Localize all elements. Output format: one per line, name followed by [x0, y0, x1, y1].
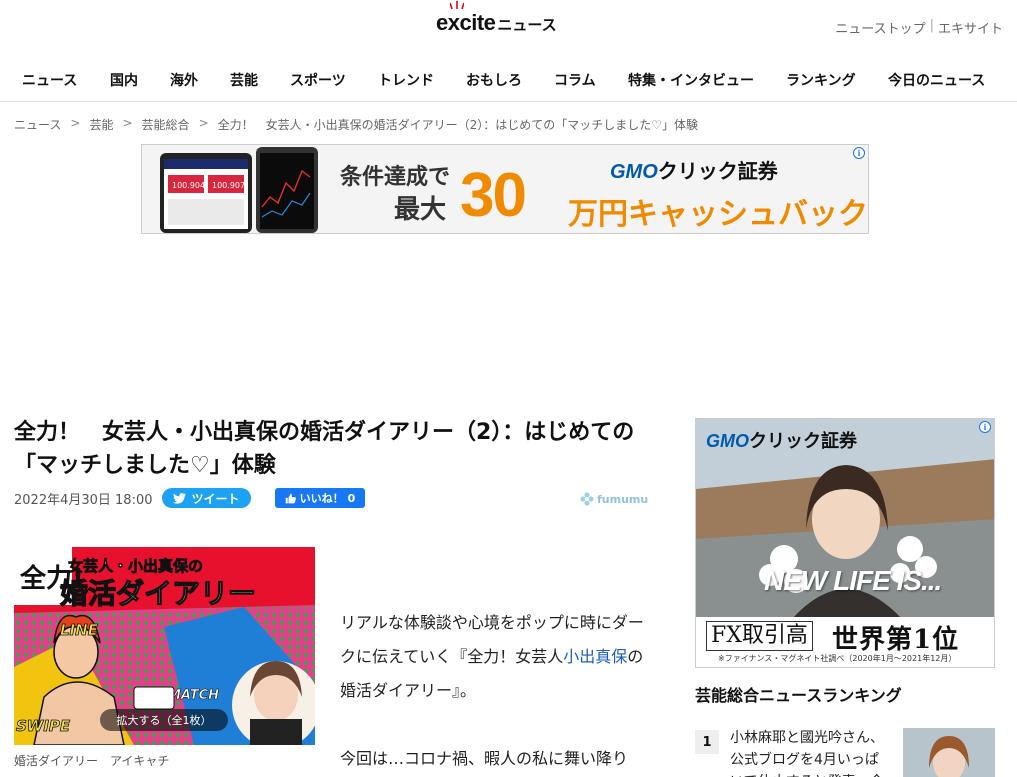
- top-links: ニューストップ | エキサイト: [835, 18, 1003, 37]
- side-ad-note: ※ファイナンス・マグネイト社調べ（2020年1月〜2021年12月）: [718, 654, 957, 663]
- like-label: いいね！: [299, 492, 344, 505]
- facebook-like-button[interactable]: いいね！ 0: [275, 488, 365, 508]
- ranking-number: 1: [695, 730, 719, 754]
- tweet-button[interactable]: ツイート: [162, 488, 251, 508]
- side-ad-brand-latin: GMO: [706, 431, 749, 451]
- nav-item-ranking[interactable]: ランキング: [786, 70, 856, 90]
- article-date: 2022年4月30日 18:00: [14, 492, 153, 508]
- nav-item-news[interactable]: ニュース: [22, 70, 77, 90]
- ad-info-icon[interactable]: i: [979, 421, 991, 433]
- nav-item-sports[interactable]: スポーツ: [290, 70, 346, 90]
- tweet-label: ツイート: [191, 491, 240, 506]
- banner-max-text: 最大: [394, 195, 447, 225]
- site-header: excite ニュース ニューストップ | エキサイト: [0, 0, 1017, 58]
- nav-item-funny[interactable]: おもしろ: [466, 70, 522, 90]
- svg-text:LINE: LINE: [60, 621, 99, 639]
- svg-text:100.904: 100.904: [172, 181, 205, 190]
- logo-suffix: ニュース: [497, 16, 557, 34]
- image-caption: 婚活ダイアリー アイキャチ: [14, 754, 170, 768]
- nav-item-today[interactable]: 今日のニュース: [888, 70, 985, 90]
- global-nav: ニュース 国内 海外 芸能 スポーツ トレンド おもしろ コラム 特集・インタビ…: [0, 58, 1017, 102]
- eyecatch-image[interactable]: 全力! 女芸人・小出真保の 婚活ダイアリー LINE SWIPE MATCH 拡…: [14, 547, 315, 745]
- like-count: 0: [347, 491, 356, 505]
- nav-item-feature[interactable]: 特集・インタビュー: [628, 70, 754, 90]
- logo-brand: excite: [436, 1, 496, 36]
- svg-text:女芸人・小出真保の: 女芸人・小出真保の: [68, 557, 203, 575]
- side-ad[interactable]: GMOクリック証券 NEW LIFE IS... FX取引高 世界第1位 ※ファ…: [695, 418, 995, 668]
- banner-brand-jp: クリック証券: [657, 159, 778, 183]
- breadcrumb: ニュース > 芸能 > 芸能総合 > 全力！ 女芸人・小出真保の婚活ダイアリー（…: [14, 116, 698, 133]
- breadcrumb-separator: >: [198, 116, 209, 130]
- breadcrumb-separator: >: [70, 116, 81, 130]
- banner-brand-latin: GMO: [610, 161, 658, 183]
- banner-ad[interactable]: 100.904 100.907 条件達成で 最大 30 万円キャッシュバック! …: [141, 144, 869, 234]
- breadcrumb-news[interactable]: ニュース: [14, 116, 61, 133]
- ad-info-icon[interactable]: i: [853, 147, 865, 159]
- source-name: fumumu: [597, 492, 649, 506]
- ranking-heading: 芸能総合ニュースランキング: [695, 686, 902, 705]
- svg-text:100.907: 100.907: [212, 181, 245, 190]
- twitter-bird-icon: [173, 492, 187, 504]
- banner-brand: GMOクリック証券: [610, 155, 778, 184]
- side-ad-brand-jp: クリック証券: [749, 431, 857, 452]
- link-divider: |: [929, 18, 934, 33]
- nav-item-overseas[interactable]: 海外: [170, 70, 198, 90]
- svg-text:婚活ダイアリー: 婚活ダイアリー: [60, 577, 256, 610]
- side-ad-headline: NEW LIFE IS...: [764, 565, 942, 596]
- nav-item-trend[interactable]: トレンド: [378, 70, 434, 90]
- nav-item-entertainment[interactable]: 芸能: [230, 70, 258, 90]
- banner-condition-text: 条件達成で: [340, 165, 451, 190]
- flower-icon: [580, 492, 594, 506]
- side-ad-fx-rank: 世界第1位: [832, 625, 960, 655]
- article-body: リアルな体験談や心境をポップに時にダークに伝えていく『全力！女芸人小出真保の婚活…: [340, 613, 644, 700]
- side-ad-fx-label: FX取引高: [706, 621, 813, 651]
- banner-amount: 30: [460, 161, 527, 230]
- site-logo[interactable]: excite ニュース: [436, 1, 557, 36]
- thumbs-up-icon: [285, 493, 296, 503]
- person-link[interactable]: 小出真保: [563, 647, 627, 666]
- phone-screens-image: 100.904 100.907: [160, 147, 318, 233]
- breadcrumb-separator: >: [122, 116, 133, 130]
- ranking-thumbnail-photo: [903, 728, 995, 777]
- side-ad-fx-box: FX取引高 世界第1位 ※ファイナンス・マグネイト社調べ（2020年1月〜202…: [696, 617, 994, 667]
- zoom-button[interactable]: 拡大する（全1枚）: [100, 709, 228, 731]
- svg-text:SWIPE: SWIPE: [16, 717, 71, 735]
- side-ad-brand: GMOクリック証券: [706, 427, 857, 453]
- article-title: 全力！ 女芸人・小出真保の婚活ダイアリー（2）：はじめての「マッチしました♡」体…: [14, 420, 635, 478]
- ranking-thumbnail[interactable]: [903, 728, 995, 777]
- ranking-item-link[interactable]: 小林麻耶と國光吟さん、公式ブログを4月いっぱいで休止すると発表…今: [730, 727, 890, 777]
- banner-cashback-text: 万円キャッシュバック!: [568, 197, 869, 232]
- source-logo[interactable]: fumumu: [580, 492, 648, 506]
- breadcrumb-entertainment-general[interactable]: 芸能総合: [142, 116, 190, 133]
- svg-text:MATCH: MATCH: [168, 688, 219, 703]
- article-body-2: 今回は…コロナ禍、暇人の私に舞い降り: [340, 749, 629, 768]
- news-top-link[interactable]: ニューストップ: [835, 18, 925, 37]
- nav-item-domestic[interactable]: 国内: [110, 70, 138, 90]
- excite-site-link[interactable]: エキサイト: [938, 18, 1003, 37]
- logo-rays-icon: [450, 1, 464, 9]
- nav-item-column[interactable]: コラム: [554, 70, 596, 90]
- breadcrumb-current: 全力！ 女芸人・小出真保の婚活ダイアリー（2）：はじめての「マッチしました♡」体…: [217, 118, 699, 132]
- breadcrumb-entertainment[interactable]: 芸能: [89, 116, 113, 133]
